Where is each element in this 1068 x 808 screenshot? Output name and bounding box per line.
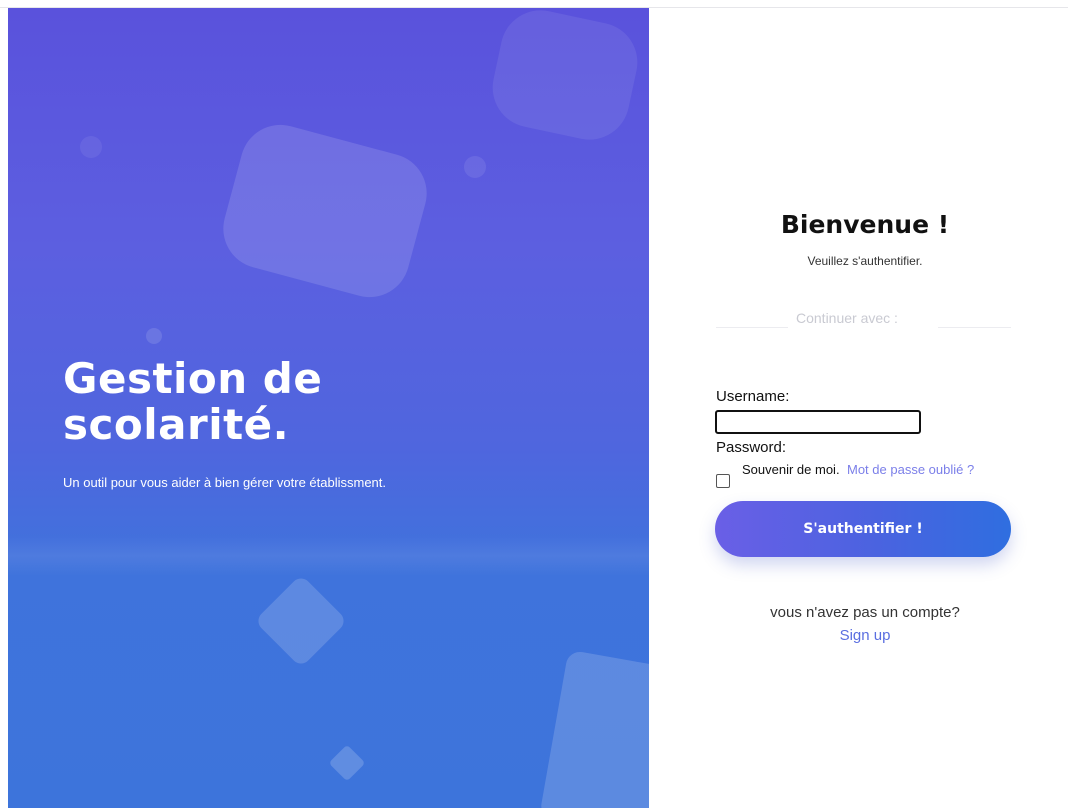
hero-horizon-band [8, 536, 649, 576]
top-border [0, 0, 1068, 8]
login-button[interactable]: S'authentifier ! [715, 501, 1011, 557]
password-label: Password: [716, 439, 787, 456]
hero-title: Gestion de scolarité. [63, 354, 323, 449]
username-label: Username: [716, 388, 790, 405]
divider-line-right [938, 327, 1011, 328]
decorative-dot [80, 136, 102, 158]
decorative-rounded-square [214, 115, 436, 307]
decorative-diamond [328, 744, 366, 782]
signup-link[interactable]: Sign up [700, 627, 1030, 644]
no-account-text: vous n'avez pas un compte? [770, 604, 960, 621]
continue-with-label: Continuer avec : [796, 310, 898, 326]
username-input[interactable] [715, 410, 921, 434]
forgot-password-link[interactable]: Mot de passe oublié ? [847, 461, 1015, 479]
remember-me-label[interactable]: Souvenir de moi. [742, 461, 842, 479]
decorative-dot [146, 328, 162, 344]
hero-panel: Gestion de scolarité. Un outil pour vous… [8, 8, 649, 808]
divider-line-left [716, 327, 788, 328]
login-page: Gestion de scolarité. Un outil pour vous… [0, 0, 1068, 808]
decorative-rounded-square [485, 8, 645, 148]
welcome-subtitle: Veuillez s'authentifier. [807, 254, 923, 268]
remember-me-checkbox[interactable] [716, 474, 730, 488]
decorative-diamond [254, 574, 348, 668]
hero-subtitle: Un outil pour vous aider à bien gérer vo… [63, 475, 387, 490]
decorative-dot [464, 156, 486, 178]
welcome-title: Bienvenue ! [780, 210, 950, 239]
decorative-rounded-rect [539, 649, 649, 808]
